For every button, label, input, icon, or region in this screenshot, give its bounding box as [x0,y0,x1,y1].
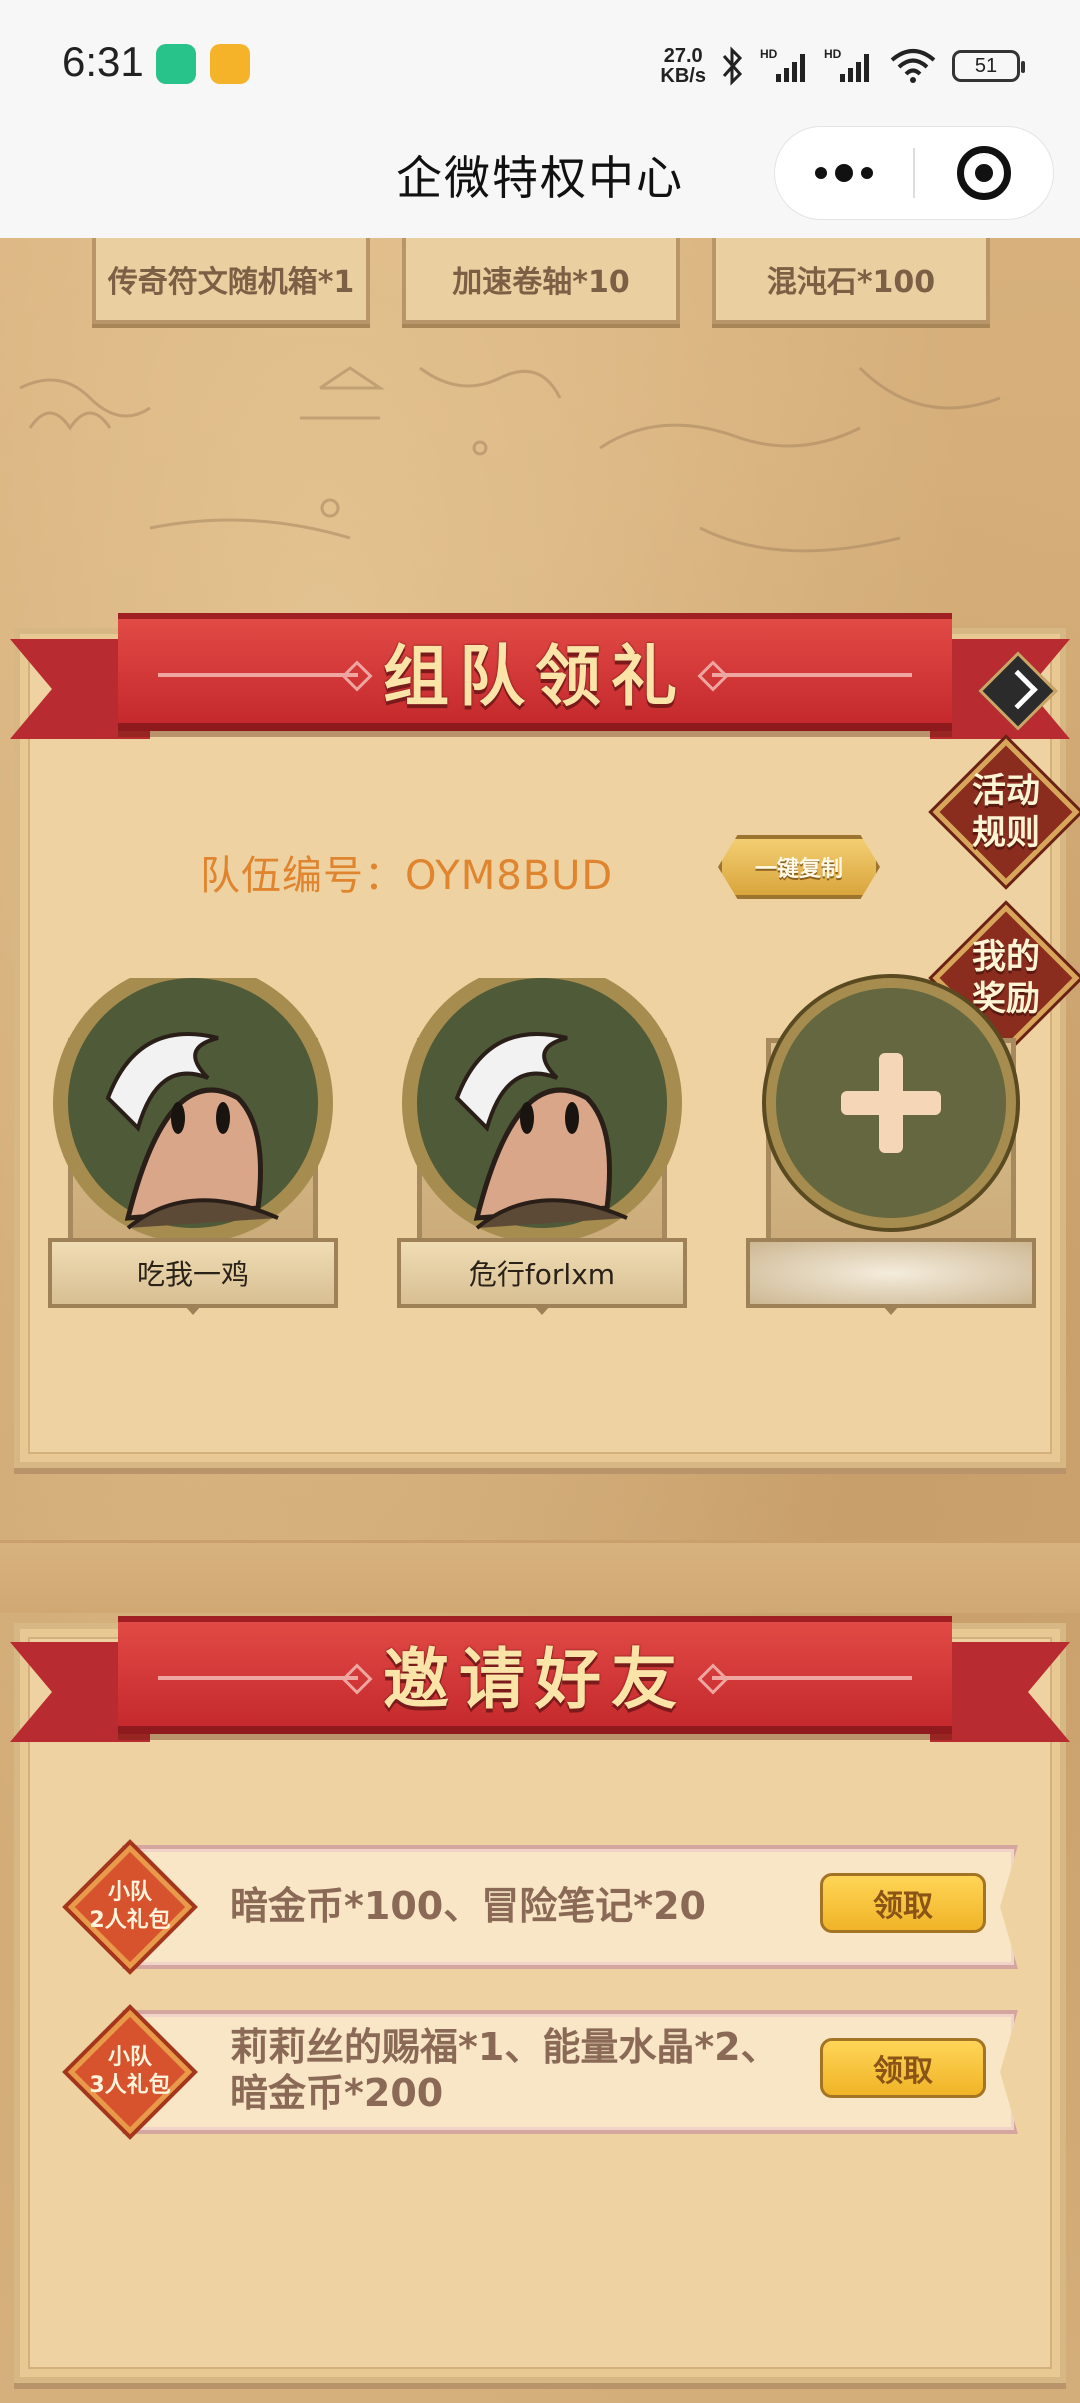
more-icon-center [835,164,853,182]
ribbon-ornament-right [712,1676,912,1680]
gift-badge-line1: 小队 [107,2045,152,2070]
avatar [397,963,687,1258]
gift-contents-line1: 暗金币*100、冒险笔记*20 [230,1884,706,1928]
gift-badge: 小队 2人礼包 [67,1844,193,1970]
section-title: 组队领礼 [383,638,687,715]
close-icon [957,146,1011,200]
chevron-right-icon [998,669,1038,710]
member-name-plate [746,1238,1036,1308]
team-ribbon: 组队领礼 [0,613,1080,763]
more-icon [815,167,827,179]
invite-ribbon: 邀请好友 [0,1616,1080,1766]
copy-team-code-button[interactable]: 一键复制 [718,835,880,899]
reward-card-label: 混沌石*100 [766,265,936,300]
svg-text:HD: HD [760,47,778,61]
gift-badge-label: 小队 2人礼包 [70,1879,190,1935]
network-speed-value: 27.0 [663,45,703,67]
bluetooth-icon [722,46,743,86]
add-member-button[interactable] [766,978,1016,1228]
member-name-plate: 危行forlxm [397,1238,687,1308]
page-content: 传奇符文随机箱*1 加速卷轴*10 混沌石*100 组队领礼 活动 规则 我的 … [0,238,1080,2403]
battery-indicator: 51 [952,50,1025,82]
plate-notch [534,1306,550,1315]
activity-rules-line2: 规则 [972,813,1040,853]
more-icon-right [861,167,873,179]
team-member-slot[interactable]: 吃我一鸡 [48,963,338,1318]
my-rewards-line1: 我的 [972,937,1040,977]
svg-text:HD: HD [824,47,842,61]
ribbon-banner: 邀请好友 [118,1616,952,1734]
gift-badge-label: 小队 3人礼包 [70,2044,190,2100]
activity-rules-label: 活动 规则 [942,770,1070,854]
gallery-notification-icon [210,44,250,84]
gift-badge-line1: 小队 [107,1880,152,1905]
gift-contents: 暗金币*100、冒险笔记*20 [230,1883,706,1929]
reward-card-1: 传奇符文随机箱*1 [92,238,370,324]
ribbon-ornament-left [158,1676,358,1680]
team-member-slot[interactable]: 危行forlxm [397,963,687,1318]
reward-card-3: 混沌石*100 [712,238,990,324]
plus-icon-vertical [879,1053,903,1153]
gift-row: 小队 2人礼包 暗金币*100、冒险笔记*20 领取 [62,1835,1018,1973]
ribbon-ornament-right [712,673,912,677]
activity-rules-line1: 活动 [972,771,1040,811]
gift-contents-line2: 暗金币*200 [230,2071,444,2115]
reward-card-label: 传奇符文随机箱*1 [107,265,355,300]
signal-icon-2: HD [824,47,869,82]
reward-card-2: 加速卷轴*10 [402,238,680,324]
member-name: 危行forlxm [468,1258,616,1291]
network-speed: 27.0 KB/s [660,46,706,86]
ribbon-ornament-left [158,673,358,677]
activity-rules-button[interactable]: 活动 规则 [932,738,1080,886]
section-gap [0,1543,1080,1613]
gift-badge: 小队 3人礼包 [67,2009,193,2135]
section-title: 邀请好友 [383,1641,687,1718]
member-name-plate: 吃我一鸡 [48,1238,338,1308]
gift-badge-line2: 3人礼包 [89,2073,171,2098]
avatar [48,963,338,1258]
gift-row: 小队 3人礼包 莉莉丝的赐福*1、能量水晶*2、 暗金币*200 领取 [62,2000,1018,2138]
reward-card-label: 加速卷轴*10 [452,265,630,300]
ribbon-banner: 组队领礼 [118,613,952,731]
signal-icon: HD [760,47,805,82]
gift-badge-line2: 2人礼包 [89,1908,171,1933]
network-speed-unit: KB/s [660,65,706,87]
gift-contents: 莉莉丝的赐福*1、能量水晶*2、 暗金币*200 [230,2024,779,2116]
claim-button[interactable]: 领取 [820,2038,986,2098]
plate-notch [185,1306,201,1315]
invite-member-slot[interactable] [746,978,1036,1318]
more-button[interactable] [775,164,913,182]
nav-bar: 企微特权中心 [0,110,1080,238]
status-indicators: 27.0 KB/s HD HD 51 [660,38,1025,94]
wifi-icon [890,49,936,83]
close-button[interactable] [915,146,1053,200]
status-time: 6:31 [62,38,144,85]
gift-contents-line1: 莉莉丝的赐福*1、能量水晶*2、 [230,2025,779,2069]
app-notification-icon [156,44,196,84]
mini-program-capsule [774,126,1054,220]
team-code: 队伍编号：OYM8BUD [200,853,614,899]
member-name: 吃我一鸡 [136,1258,249,1291]
claim-button[interactable]: 领取 [820,1873,986,1933]
plate-notch [883,1306,899,1315]
